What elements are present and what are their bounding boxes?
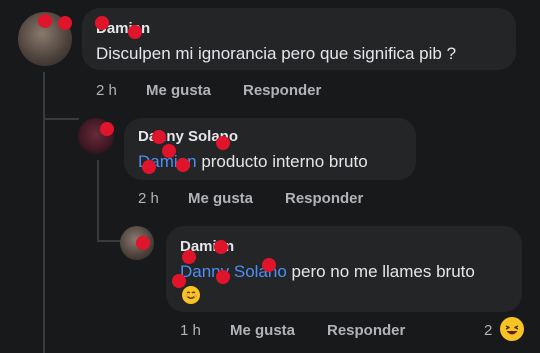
- thread-line-branch-2: [97, 240, 121, 242]
- reply-button[interactable]: Responder: [285, 190, 363, 207]
- redaction-mark: [58, 16, 72, 30]
- redaction-mark: [262, 258, 276, 272]
- redaction-mark: [142, 160, 156, 174]
- comment-text-body: producto interno bruto: [196, 152, 368, 171]
- like-button[interactable]: Me gusta: [230, 322, 295, 339]
- redaction-mark: [95, 16, 109, 30]
- timestamp[interactable]: 1 h: [180, 322, 201, 339]
- redaction-mark: [136, 236, 150, 250]
- like-button[interactable]: Me gusta: [188, 190, 253, 207]
- reaction-count: 2: [484, 322, 493, 339]
- comment-text-body: pero no me llames bruto: [286, 262, 475, 281]
- comment-text: Damian producto interno bruto: [138, 152, 368, 172]
- redaction-mark: [176, 158, 190, 172]
- comment-text: Disculpen mi ignorancia pero que signifi…: [96, 44, 457, 63]
- thread-line-branch-1: [43, 118, 79, 120]
- redaction-mark: [214, 240, 228, 254]
- like-button[interactable]: Me gusta: [146, 82, 211, 99]
- timestamp[interactable]: 2 h: [96, 82, 117, 99]
- reply-button[interactable]: Responder: [327, 322, 405, 339]
- redaction-mark: [216, 136, 230, 150]
- timestamp[interactable]: 2 h: [138, 190, 159, 207]
- laughing-emoji-icon[interactable]: [500, 317, 524, 341]
- redaction-mark: [216, 270, 230, 284]
- redaction-mark: [100, 122, 114, 136]
- redaction-mark: [128, 25, 142, 39]
- redaction-mark: [152, 130, 166, 144]
- redaction-mark: [182, 250, 196, 264]
- smiling-emoji-icon: [182, 286, 200, 304]
- redaction-mark: [38, 14, 52, 28]
- reply-button[interactable]: Responder: [243, 82, 321, 99]
- thread-line-nested: [97, 160, 99, 240]
- thread-line-main: [43, 72, 45, 353]
